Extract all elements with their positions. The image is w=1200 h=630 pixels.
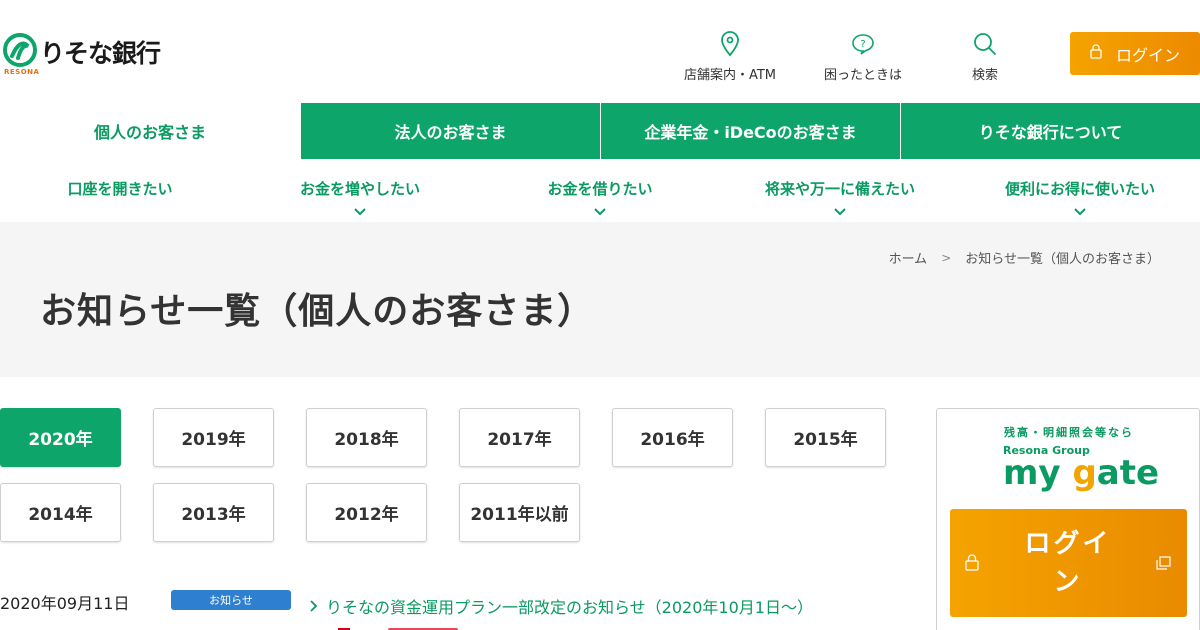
sub-nav: 口座を開きたい お金を増やしたい お金を借りたい 将来や万一に備えたい 便利にお… [0,159,1200,222]
breadcrumb: ホーム > お知らせ一覧（個人のお客さま） [889,248,1160,268]
chevron-down-icon [354,201,366,216]
breadcrumb-current: お知らせ一覧（個人のお客さま） [965,252,1160,267]
year-button-2014[interactable]: 2014年 [0,483,121,542]
subnav-grow-money[interactable]: お金を増やしたい [240,159,480,222]
chevron-down-icon [1074,201,1086,216]
subnav-convenient[interactable]: 便利にお得に使いたい [960,159,1200,222]
year-button-2011-before[interactable]: 2011年以前 [459,483,580,542]
news-title: りそなの資金運用プラン一部改定のお知らせ（2020年10月1日～） [326,598,813,617]
search-icon [973,30,997,58]
mygate-logo: my gate [1003,453,1160,493]
svg-text:?: ? [860,39,865,50]
help-link[interactable]: ? 困ったときは [824,30,902,83]
lock-icon [1090,44,1102,63]
news-tag: お知らせ [171,590,291,610]
subnav-borrow-money[interactable]: お金を借りたい [480,159,720,222]
store-atm-label: 店舗案内・ATM [683,68,777,83]
year-button-2017[interactable]: 2017年 [459,408,580,467]
year-button-2013[interactable]: 2013年 [153,483,274,542]
main-nav: 個人のお客さま 法人のお客さま 企業年金・iDeCoのお客さま りそな銀行につい… [0,103,1200,159]
map-pin-icon [721,30,739,58]
subnav-label: お金を増やしたい [299,180,420,198]
store-atm-link[interactable]: 店舗案内・ATM [684,30,776,83]
external-window-icon [1156,555,1171,574]
subnav-label: 口座を開きたい [67,180,173,198]
site-header: りそな銀行 RESONA 店舗案内・ATM ? 困ったときは 検索 ログイン [0,0,1200,103]
subnav-label: 便利にお得に使いたい [1004,180,1155,198]
tab-corporate[interactable]: 法人のお客さま [300,103,600,159]
subnav-label: お金を借りたい [547,180,653,198]
breadcrumb-separator-icon: > [941,250,952,265]
login-button[interactable]: ログイン [1070,32,1200,75]
year-button-2019[interactable]: 2019年 [153,408,274,467]
tab-personal[interactable]: 個人のお客さま [0,103,300,159]
year-button-2018[interactable]: 2018年 [306,408,427,467]
news-date: 2020年09月11日 [0,594,130,613]
subnav-open-account[interactable]: 口座を開きたい [0,159,240,222]
tab-pension-ideco[interactable]: 企業年金・iDeCoのお客さま [600,103,900,159]
chevron-down-icon [834,201,846,216]
search-link[interactable]: 検索 [965,30,1005,83]
mygate-panel: 残高・明細照会等なら Resona Group my gate ログイン [936,408,1200,630]
lock-icon [965,554,979,575]
year-button-2015[interactable]: 2015年 [765,408,886,467]
help-bubble-icon: ? [851,30,875,58]
title-band: ホーム > お知らせ一覧（個人のお客さま） お知らせ一覧（個人のお客さま） [0,222,1200,377]
mygate-login-button[interactable]: ログイン [950,509,1187,617]
mygate-login-label: ログイン [1024,529,1112,597]
year-button-2012[interactable]: 2012年 [306,483,427,542]
login-label: ログイン [1115,45,1180,65]
subnav-prepare-future[interactable]: 将来や万一に備えたい [720,159,960,222]
breadcrumb-home[interactable]: ホーム [889,248,928,267]
news-link[interactable]: りそなの資金運用プラン一部改定のお知らせ（2020年10月1日～） [310,594,813,618]
year-button-2020[interactable]: 2020年 [0,408,121,467]
mygate-subtitle: 残高・明細照会等なら [1004,426,1134,439]
logo-sub: RESONA [4,68,40,76]
logo-text: りそな銀行 [40,39,161,68]
chevron-right-icon [310,597,318,616]
page-title: お知らせ一覧（個人のお客さま） [40,291,595,332]
tab-about[interactable]: りそな銀行について [900,103,1200,159]
resona-logo[interactable]: りそな銀行 RESONA [2,32,161,76]
subnav-label: 将来や万一に備えたい [764,180,915,198]
chevron-down-icon [594,201,606,216]
year-button-2016[interactable]: 2016年 [612,408,733,467]
resona-mark-icon [2,32,38,68]
help-label: 困ったときは [824,68,903,83]
search-label: 検索 [971,68,998,83]
